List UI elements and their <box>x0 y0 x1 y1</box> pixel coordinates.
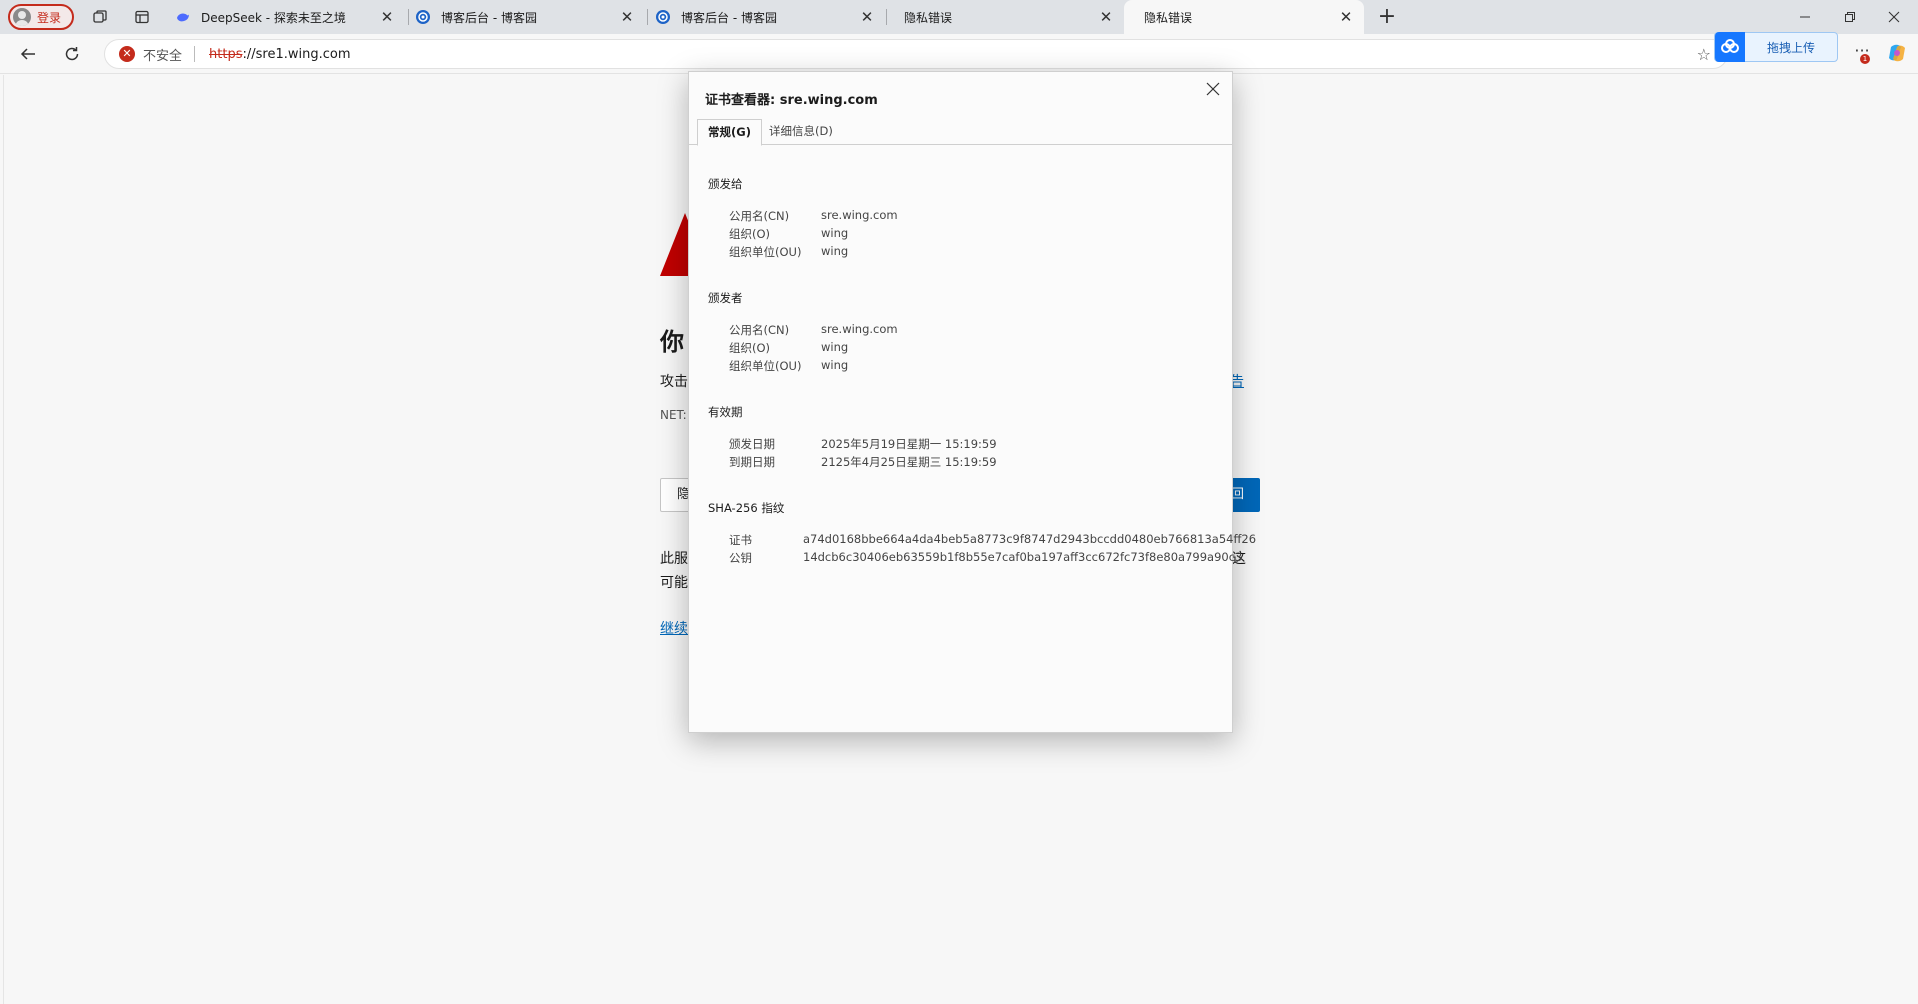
issue-date-value: 2025年5月19日星期一 15:19:59 <box>821 437 997 451</box>
cnblogs-icon <box>655 9 671 25</box>
navigation-bar: ✕ 不安全 https ://sre1.wing.com ☆ <box>0 34 1918 74</box>
issued-by-heading: 颁发者 <box>708 291 743 305</box>
not-secure-icon[interactable]: ✕ <box>119 46 135 62</box>
avatar-icon <box>13 8 31 26</box>
close-tab-icon[interactable]: ✕ <box>617 7 637 27</box>
tab-strip: 登录 DeepSeek - 探索未至之境 ✕ 博客后台 - 博客园 ✕ 博客后台… <box>0 0 1918 34</box>
error-heading: 你 <box>660 328 684 356</box>
cert-fingerprint-key: 证书 <box>729 533 752 547</box>
pubkey-fingerprint-value: 14dcb6c30406eb63559b1f8b55e7caf0ba197aff… <box>803 550 1243 564</box>
dialog-title: 证书查看器: sre.wing.com <box>705 93 878 108</box>
issue-date-key: 颁发日期 <box>729 437 775 451</box>
issued-to-ou-value: wing <box>821 244 849 258</box>
tab-privacy-error-active[interactable]: 隐私错误 ✕ <box>1124 0 1364 34</box>
issued-by-o-value: wing <box>821 340 849 354</box>
new-tab-button[interactable]: + <box>1374 5 1400 31</box>
error-detail-line1: 此服 <box>660 551 688 567</box>
tab-details[interactable]: 详细信息(D) <box>759 119 843 145</box>
restore-icon[interactable] <box>1838 6 1862 28</box>
validity-heading: 有效期 <box>708 405 743 419</box>
close-tab-icon[interactable]: ✕ <box>1096 7 1116 27</box>
url-scheme: https <box>209 46 243 62</box>
tab-deepseek[interactable]: DeepSeek - 探索未至之境 ✕ <box>165 0 405 34</box>
continue-link[interactable]: 继续 <box>660 618 688 638</box>
issued-to-cn-key: 公用名(CN) <box>729 209 790 223</box>
issued-to-cn-value: sre.wing.com <box>821 208 898 222</box>
profile-button[interactable]: 登录 <box>8 4 74 30</box>
copilot-icon[interactable] <box>1886 42 1908 64</box>
profile-label: 登录 <box>37 10 62 25</box>
error-code: NET:: <box>660 408 691 422</box>
issued-by-ou-key: 组织单位(OU) <box>729 359 802 373</box>
upload-label: 拖拽上传 <box>1766 40 1815 55</box>
tab-cnblogs-1[interactable]: 博客后台 - 博客园 ✕ <box>405 0 645 34</box>
tab-title: DeepSeek - 探索未至之境 <box>201 10 346 25</box>
error-description: 攻击 <box>660 374 688 390</box>
cnblogs-icon <box>415 9 431 25</box>
cert-fingerprint-value: a74d0168bbe664a4da4beb5a8773c9f8747d2943… <box>803 532 1257 546</box>
security-label[interactable]: 不安全 <box>143 45 182 64</box>
tab-title: 博客后台 - 博客园 <box>681 10 777 25</box>
tab-title: 博客后台 - 博客园 <box>441 10 537 25</box>
issued-to-heading: 颁发给 <box>708 177 743 191</box>
address-bar[interactable]: ✕ 不安全 https ://sre1.wing.com ☆ <box>104 39 1728 69</box>
tab-general[interactable]: 常规(G) <box>697 119 762 146</box>
tab-cnblogs-2[interactable]: 博客后台 - 博客园 ✕ <box>645 0 885 34</box>
error-detail-line2: 可能 <box>660 575 688 591</box>
tab-title: 隐私错误 <box>1144 10 1193 25</box>
expiry-date-value: 2125年4月25日星期三 15:19:59 <box>821 455 997 469</box>
refresh-icon[interactable] <box>60 42 84 66</box>
back-arrow-icon[interactable] <box>16 42 40 66</box>
tab-title: 隐私错误 <box>904 10 953 25</box>
vertical-tabs-icon[interactable] <box>131 6 153 28</box>
fingerprint-heading: SHA-256 指纹 <box>708 501 785 515</box>
issued-to-ou-key: 组织单位(OU) <box>729 245 802 259</box>
issued-to-o-value: wing <box>821 226 849 240</box>
certificate-viewer-dialog: 证书查看器: sre.wing.com 常规(G) 详细信息(D) 颁发给 公用… <box>688 71 1256 733</box>
issued-to-o-key: 组织(O) <box>729 227 771 241</box>
close-window-icon[interactable] <box>1882 6 1906 28</box>
issued-by-cn-value: sre.wing.com <box>821 322 898 336</box>
url-host: ://sre1.wing.com <box>242 46 351 62</box>
drag-upload-button[interactable]: 拖拽上传 <box>1714 32 1838 62</box>
pubkey-fingerprint-key: 公钥 <box>729 551 752 565</box>
cloud-icon <box>1715 32 1745 62</box>
close-tab-icon[interactable]: ✕ <box>377 7 397 27</box>
deepseek-whale-icon <box>175 9 191 25</box>
issued-by-ou-value: wing <box>821 358 849 372</box>
dialog-tab-bar: 常规(G) 详细信息(D) <box>689 119 1232 146</box>
close-tab-icon[interactable]: ✕ <box>1336 7 1356 27</box>
issued-by-o-key: 组织(O) <box>729 341 771 355</box>
notification-badge: 1 <box>1860 54 1870 64</box>
expiry-date-key: 到期日期 <box>729 455 775 469</box>
issued-by-cn-key: 公用名(CN) <box>729 323 790 337</box>
close-tab-icon[interactable]: ✕ <box>857 7 877 27</box>
favorite-star-icon[interactable]: ☆ <box>1697 45 1711 64</box>
collections-icon[interactable] <box>89 6 111 28</box>
tab-privacy-error-1[interactable]: 隐私错误 ✕ <box>884 0 1124 34</box>
close-dialog-icon[interactable] <box>1202 78 1224 100</box>
minimize-icon[interactable] <box>1793 6 1817 28</box>
address-divider <box>194 46 196 62</box>
